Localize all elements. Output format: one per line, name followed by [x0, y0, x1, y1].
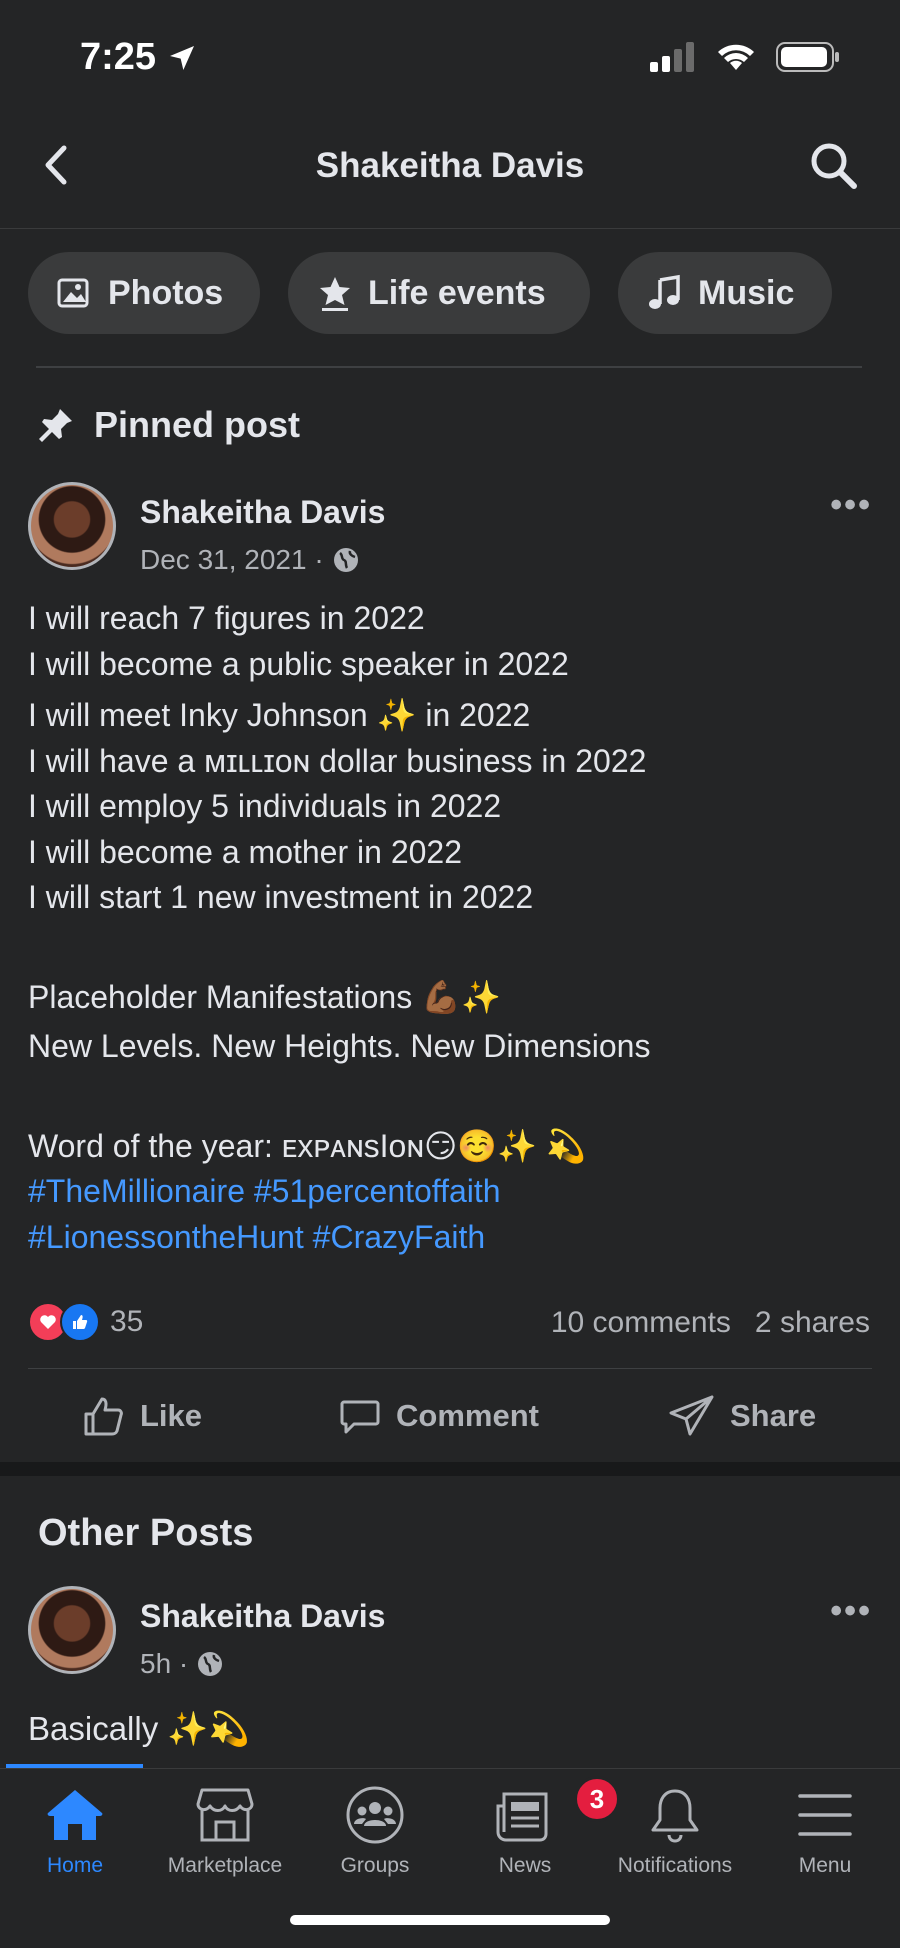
thumbs-up-icon	[84, 1397, 123, 1436]
comment-button[interactable]: Comment	[338, 1388, 539, 1444]
hamburger-menu-icon	[798, 1794, 852, 1836]
hashtag-line[interactable]: #TheMillionaire #51percentoffaith	[28, 1169, 888, 1215]
shares-count[interactable]: 2 shares	[755, 1306, 870, 1340]
post-line: I will employ 5 individuals in 2022	[28, 788, 502, 824]
home-indicator[interactable]	[290, 1915, 610, 1925]
post-line: I will reach 7 figures in 2022	[28, 600, 425, 636]
nav-news[interactable]: 3 News	[450, 1776, 620, 1878]
status-icons	[650, 42, 840, 72]
comments-count[interactable]: 10 comments	[551, 1306, 731, 1340]
nav-groups[interactable]: Groups	[300, 1786, 450, 1878]
avatar[interactable]	[28, 1586, 116, 1674]
post-line: I will meet Inky Johnson ✨ in 2022	[28, 697, 531, 733]
share-label: Share	[730, 1398, 817, 1433]
post-line: I will become a mother in 2022	[28, 833, 462, 870]
photos-chip-label: Photos	[108, 273, 224, 312]
music-note-icon	[649, 274, 680, 309]
status-time-text: 7:25	[80, 36, 157, 78]
globe-icon	[198, 1652, 223, 1676]
battery-icon	[776, 42, 839, 72]
engagement-counts: 10 comments 2 shares	[551, 1306, 870, 1340]
nav-menu[interactable]: Menu	[750, 1786, 900, 1878]
page-title: Shakeitha Davis	[315, 146, 585, 185]
section-separator	[0, 1462, 900, 1476]
life-events-chip[interactable]: Life events	[288, 252, 590, 334]
search-icon	[811, 143, 857, 189]
more-options-button[interactable]: •••	[830, 486, 872, 525]
like-reaction-icon	[60, 1302, 100, 1342]
post-line: I will start 1 new investment in 2022	[28, 879, 534, 915]
post-line: I will become a public speaker in 2022	[28, 645, 569, 682]
like-button[interactable]: Like	[82, 1388, 202, 1444]
photos-icon	[57, 278, 89, 308]
post-body: Basically ✨💫	[28, 1710, 250, 1747]
news-icon-wrap: 3	[494, 1776, 620, 1844]
header-divider	[0, 228, 900, 229]
post-line: Word of the year: ᴇxᴘᴀɴsIᴏɴ😏☺️✨ 💫	[28, 1127, 586, 1164]
comment-label: Comment	[396, 1398, 539, 1433]
music-chip[interactable]: Music	[618, 252, 832, 334]
post-line: I will have a ᴍɪʟʟɪᴏɴ dollar business in…	[28, 742, 647, 779]
pinned-heading: Pinned post	[36, 404, 300, 446]
marketplace-icon	[196, 1788, 254, 1842]
actions-divider	[28, 1368, 872, 1369]
bell-icon	[651, 1789, 699, 1843]
hashtag-line[interactable]: #LionessontheHunt #CrazyFaith	[28, 1215, 888, 1261]
nav-marketplace-label: Marketplace	[167, 1854, 283, 1877]
share-icon	[669, 1395, 714, 1436]
status-time: 7:25	[80, 36, 198, 79]
nav-menu-label: Menu	[798, 1854, 852, 1877]
nav-notifications[interactable]: Notifications	[600, 1786, 750, 1878]
signal-icon	[650, 42, 694, 72]
reactions-summary[interactable]: 35	[28, 1302, 143, 1342]
post-date[interactable]: Dec 31, 2021 ·	[140, 544, 324, 576]
post-body: I will reach 7 figures in 2022 I will be…	[28, 596, 888, 1260]
life-events-chip-label: Life events	[368, 273, 546, 312]
more-options-button[interactable]: •••	[830, 1592, 872, 1631]
globe-icon	[333, 548, 358, 572]
post-meta: Dec 31, 2021 ·	[140, 544, 360, 576]
section-divider	[36, 366, 862, 368]
pin-icon	[39, 409, 72, 442]
photos-chip[interactable]: Photos	[28, 252, 260, 334]
post-line: Placeholder Manifestations 💪🏾✨	[28, 978, 501, 1015]
home-icon	[47, 1790, 103, 1840]
post-author[interactable]: Shakeitha Davis	[140, 494, 385, 531]
star-icon	[320, 277, 350, 311]
news-icon	[496, 1792, 548, 1842]
music-chip-label: Music	[698, 273, 795, 312]
nav-news-label: News	[498, 1854, 552, 1877]
pinned-heading-text: Pinned post	[94, 404, 300, 445]
nav-groups-label: Groups	[340, 1854, 410, 1877]
location-arrow-icon	[170, 45, 195, 70]
reaction-count: 35	[110, 1305, 144, 1338]
post-meta: 5h ·	[140, 1648, 224, 1680]
avatar[interactable]	[28, 482, 116, 570]
nav-home[interactable]: Home	[0, 1786, 150, 1878]
wifi-icon	[718, 44, 754, 70]
nav-marketplace[interactable]: Marketplace	[150, 1786, 300, 1878]
active-tab-indicator	[6, 1764, 143, 1768]
groups-icon	[346, 1786, 404, 1844]
post-line: New Levels. New Heights. New Dimensions	[28, 1028, 651, 1064]
comment-icon	[340, 1400, 380, 1434]
post-time[interactable]: 5h ·	[140, 1648, 188, 1680]
nav-notifications-label: Notifications	[617, 1854, 733, 1877]
search-button[interactable]	[808, 140, 860, 192]
share-button[interactable]: Share	[668, 1388, 816, 1444]
other-posts-heading: Other Posts	[38, 1512, 254, 1554]
like-label: Like	[140, 1398, 203, 1433]
post-author[interactable]: Shakeitha Davis	[140, 1598, 385, 1635]
nav-home-label: Home	[46, 1854, 104, 1877]
